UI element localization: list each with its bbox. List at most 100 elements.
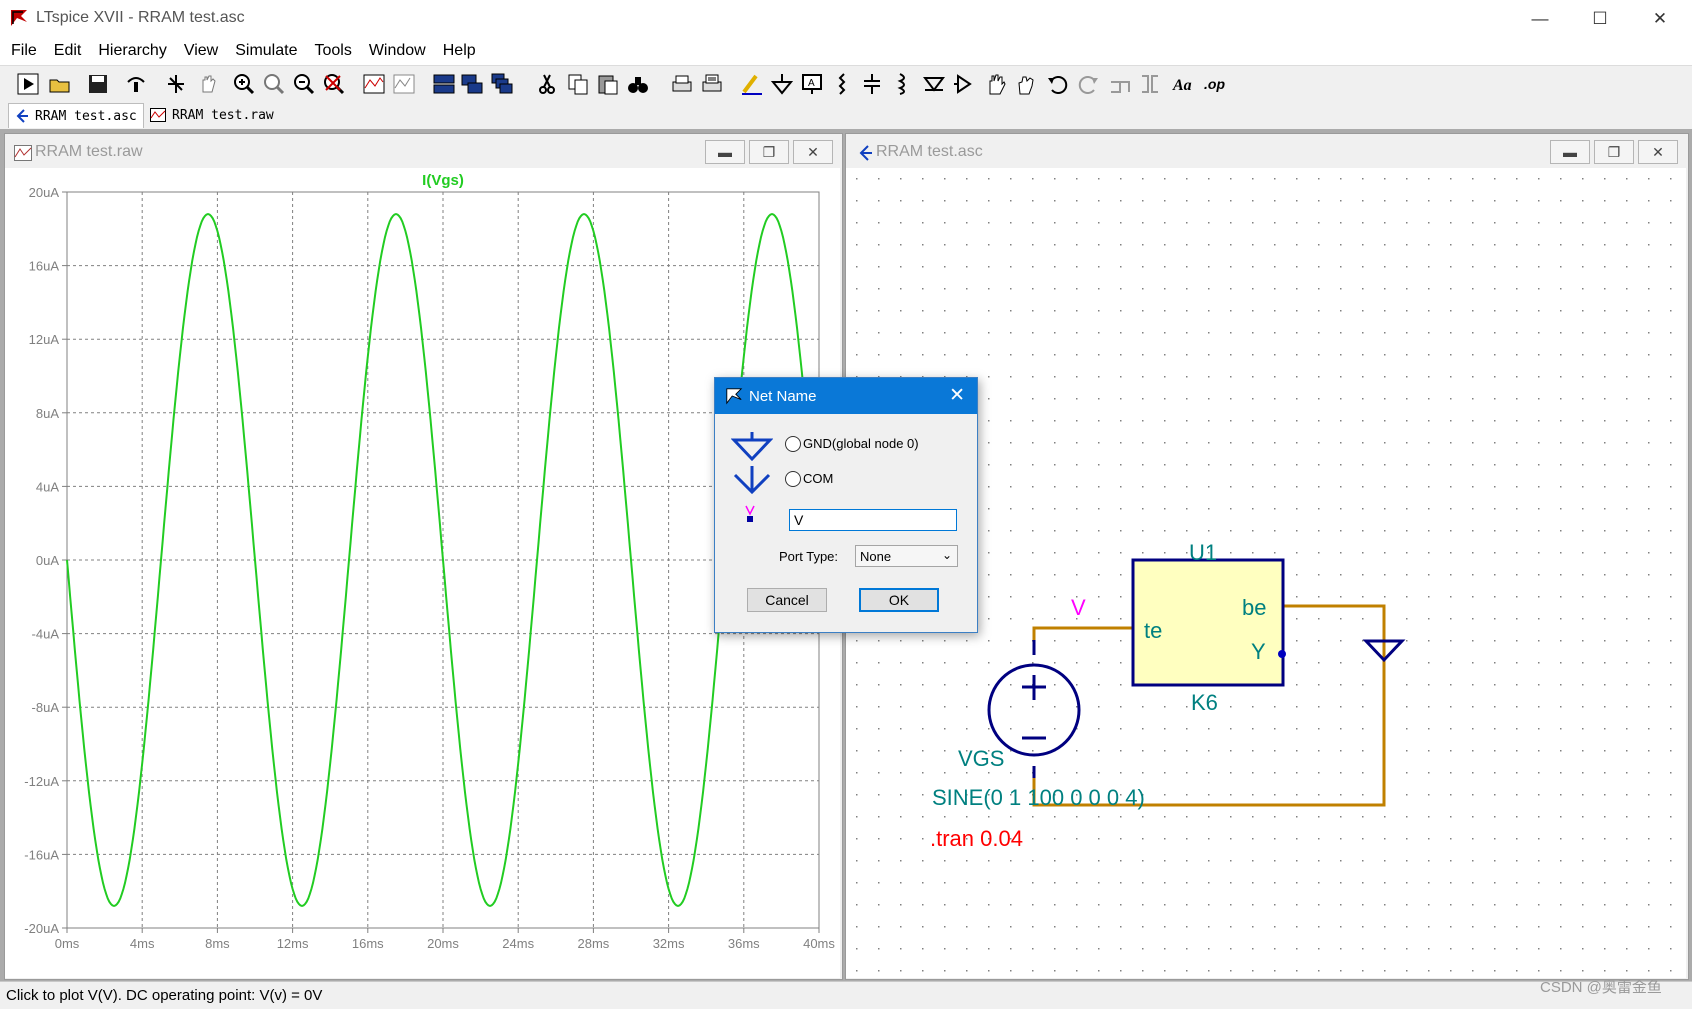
minimize-icon: ▬	[1563, 144, 1577, 160]
save-icon[interactable]	[86, 72, 110, 96]
print-icon[interactable]	[670, 72, 694, 96]
net-name-dialog: Net Name ✕ GND(global node 0) COM Port T…	[714, 377, 978, 633]
schematic-minimize-button[interactable]: ▬	[1550, 140, 1590, 164]
pin-be-label: be	[1242, 595, 1266, 620]
move-icon[interactable]	[984, 72, 1008, 96]
draw-wire-icon[interactable]	[740, 72, 764, 96]
dialog-close-button[interactable]: ✕	[949, 384, 965, 407]
net-label-v[interactable]: V	[1071, 595, 1086, 620]
y-tick-label: -8uA	[32, 700, 60, 715]
halt-icon[interactable]	[164, 72, 188, 96]
menu-file[interactable]: File	[11, 42, 37, 60]
component-name: U1	[1189, 540, 1217, 565]
cut-icon[interactable]	[536, 72, 560, 96]
menu-view[interactable]: View	[184, 42, 218, 60]
undo-icon[interactable]	[1046, 72, 1070, 96]
control-panel-icon[interactable]	[124, 72, 148, 96]
toolbar: A Aa .op	[0, 65, 1692, 102]
menu-simulate[interactable]: Simulate	[235, 42, 297, 60]
schematic-restore-button[interactable]: ❐	[1594, 140, 1634, 164]
y-tick-label: -20uA	[24, 921, 59, 936]
restore-icon: ❐	[762, 143, 776, 160]
autorange-icon[interactable]	[362, 72, 386, 96]
waveform-minimize-button[interactable]: ▬	[705, 140, 745, 164]
print-setup-icon[interactable]	[700, 72, 724, 96]
tile-horizontal-icon[interactable]	[432, 72, 456, 96]
x-tick-label: 16ms	[352, 936, 384, 951]
com-radio[interactable]	[785, 471, 801, 487]
tab-waveform[interactable]: RRAM test.raw	[144, 103, 280, 127]
y-tick-label: 8uA	[36, 406, 59, 421]
inductor-icon[interactable]	[890, 72, 914, 96]
find-icon[interactable]	[626, 72, 650, 96]
tile-vertical-icon[interactable]	[460, 72, 484, 96]
spice-directive-icon[interactable]: .op	[1204, 72, 1228, 96]
x-tick-label: 20ms	[427, 936, 459, 951]
open-icon[interactable]	[48, 72, 72, 96]
x-tick-label: 24ms	[502, 936, 534, 951]
diode-icon[interactable]	[922, 72, 946, 96]
source-value[interactable]: SINE(0 1 100 0 0 0 4)	[932, 785, 1145, 810]
copy-icon[interactable]	[566, 72, 590, 96]
x-tick-label: 32ms	[653, 936, 685, 951]
status-text: Click to plot V(V). DC operating point: …	[6, 987, 323, 1004]
menu-hierarchy[interactable]: Hierarchy	[98, 42, 166, 60]
text-icon[interactable]: Aa	[1172, 72, 1196, 96]
drag-icon[interactable]	[1014, 72, 1038, 96]
menu-tools[interactable]: Tools	[314, 42, 351, 60]
schematic-window-title: RRAM test.asc	[876, 143, 983, 160]
pan-hand-icon[interactable]	[196, 72, 220, 96]
y-tick-label: 20uA	[29, 185, 60, 200]
menu-edit[interactable]: Edit	[54, 42, 82, 60]
source-name: VGS	[958, 746, 1004, 771]
menu-help[interactable]: Help	[443, 42, 476, 60]
zoom-out-icon[interactable]	[292, 72, 316, 96]
restore-icon: ❐	[1607, 143, 1621, 160]
run-icon[interactable]	[16, 72, 40, 96]
maximize-button[interactable]: ☐	[1570, 0, 1630, 37]
redo-icon[interactable]	[1076, 72, 1100, 96]
zoom-cancel-icon[interactable]	[322, 72, 346, 96]
y-tick-label: 0uA	[36, 553, 59, 568]
component-icon[interactable]	[952, 72, 976, 96]
tab-waveform-label: RRAM test.raw	[172, 107, 274, 123]
y-tick-label: -12uA	[24, 774, 59, 789]
rotate-icon[interactable]	[1108, 72, 1132, 96]
waveform-close-button[interactable]: ✕	[793, 140, 833, 164]
resistor-icon[interactable]	[830, 72, 854, 96]
spice-directive[interactable]: .tran 0.04	[930, 826, 1023, 851]
svg-text:.op: .op	[1204, 76, 1225, 92]
close-icon: ✕	[1652, 143, 1664, 160]
label-net-icon[interactable]: A	[800, 72, 824, 96]
ground-icon[interactable]	[770, 72, 794, 96]
com-symbol-icon	[733, 466, 771, 495]
tab-schematic[interactable]: RRAM test.asc	[8, 103, 144, 128]
net-name-input[interactable]	[789, 509, 957, 531]
cascade-icon[interactable]	[490, 72, 514, 96]
zoom-area-icon[interactable]	[262, 72, 286, 96]
paste-icon[interactable]	[596, 72, 620, 96]
schematic-close-button[interactable]: ✕	[1638, 140, 1678, 164]
zoom-in-icon[interactable]	[232, 72, 256, 96]
gnd-radio[interactable]	[785, 436, 801, 452]
com-radio-label: COM	[803, 471, 834, 486]
dialog-app-icon	[726, 388, 743, 405]
minimize-button[interactable]: —	[1510, 0, 1570, 37]
menu-window[interactable]: Window	[369, 42, 426, 60]
close-button[interactable]: ✕	[1630, 0, 1690, 37]
mark-unused-icon[interactable]	[392, 72, 416, 96]
cancel-button[interactable]: Cancel	[747, 588, 827, 612]
trace-label[interactable]: I(Vgs)	[422, 172, 464, 189]
port-type-select[interactable]: None ⌄	[855, 545, 958, 567]
window-title: LTspice XVII - RRAM test.asc	[36, 9, 245, 26]
x-tick-label: 0ms	[55, 936, 80, 951]
x-tick-label: 40ms	[803, 936, 835, 951]
capacitor-icon[interactable]	[860, 72, 884, 96]
y-tick-label: -16uA	[24, 847, 59, 862]
ok-button[interactable]: OK	[859, 588, 939, 612]
waveform-restore-button[interactable]: ❐	[749, 140, 789, 164]
menu-bar: File Edit Hierarchy View Simulate Tools …	[0, 37, 1692, 65]
mirror-icon[interactable]	[1138, 72, 1162, 96]
port-type-value: None	[860, 548, 892, 564]
ltspice-app-icon	[11, 10, 27, 26]
